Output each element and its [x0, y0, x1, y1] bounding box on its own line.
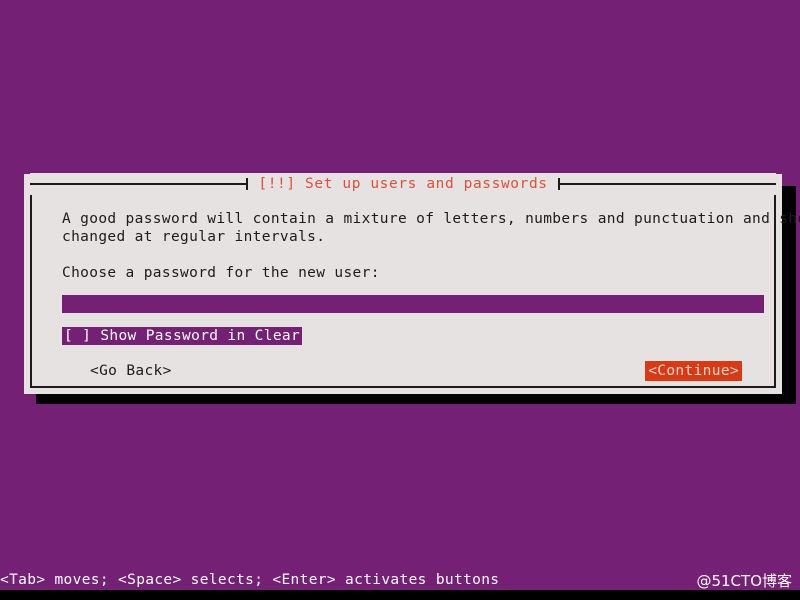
dialog-title-bar: [!!] Set up users and passwords [30, 173, 777, 195]
dialog-button-row: <Go Back> <Continue> [38, 361, 768, 381]
dialog-body: A good password will contain a mixture o… [38, 200, 800, 384]
installer-screen: [!!] Set up users and passwords A good p… [0, 0, 800, 600]
title-rule-right [557, 178, 777, 190]
password-prompt-label: Choose a password for the new user: [62, 265, 380, 281]
watermark: @51CTO博客 [696, 571, 792, 590]
continue-button[interactable]: <Continue> [645, 361, 742, 381]
password-input[interactable]: ********________________________________… [62, 295, 764, 313]
show-password-row: [ ] Show Password in Clear [38, 327, 768, 345]
intro-text-line-1: A good password will contain a mixture o… [62, 211, 800, 227]
bottom-black-bar [0, 590, 800, 600]
go-back-button[interactable]: <Go Back> [88, 362, 174, 380]
password-input-row: ********________________________________… [38, 295, 768, 313]
show-password-in-clear-checkbox[interactable]: [ ] Show Password in Clear [62, 327, 303, 345]
keyboard-hint-text: <Tab> moves; <Space> selects; <Enter> ac… [0, 572, 500, 588]
status-bar: <Tab> moves; <Space> selects; <Enter> ac… [0, 570, 800, 590]
title-rule-left [30, 178, 249, 190]
page-title: [!!] Set up users and passwords [248, 176, 558, 192]
intro-text-line-2: changed at regular intervals. [62, 229, 326, 245]
setup-users-passwords-dialog: [!!] Set up users and passwords A good p… [24, 173, 800, 394]
